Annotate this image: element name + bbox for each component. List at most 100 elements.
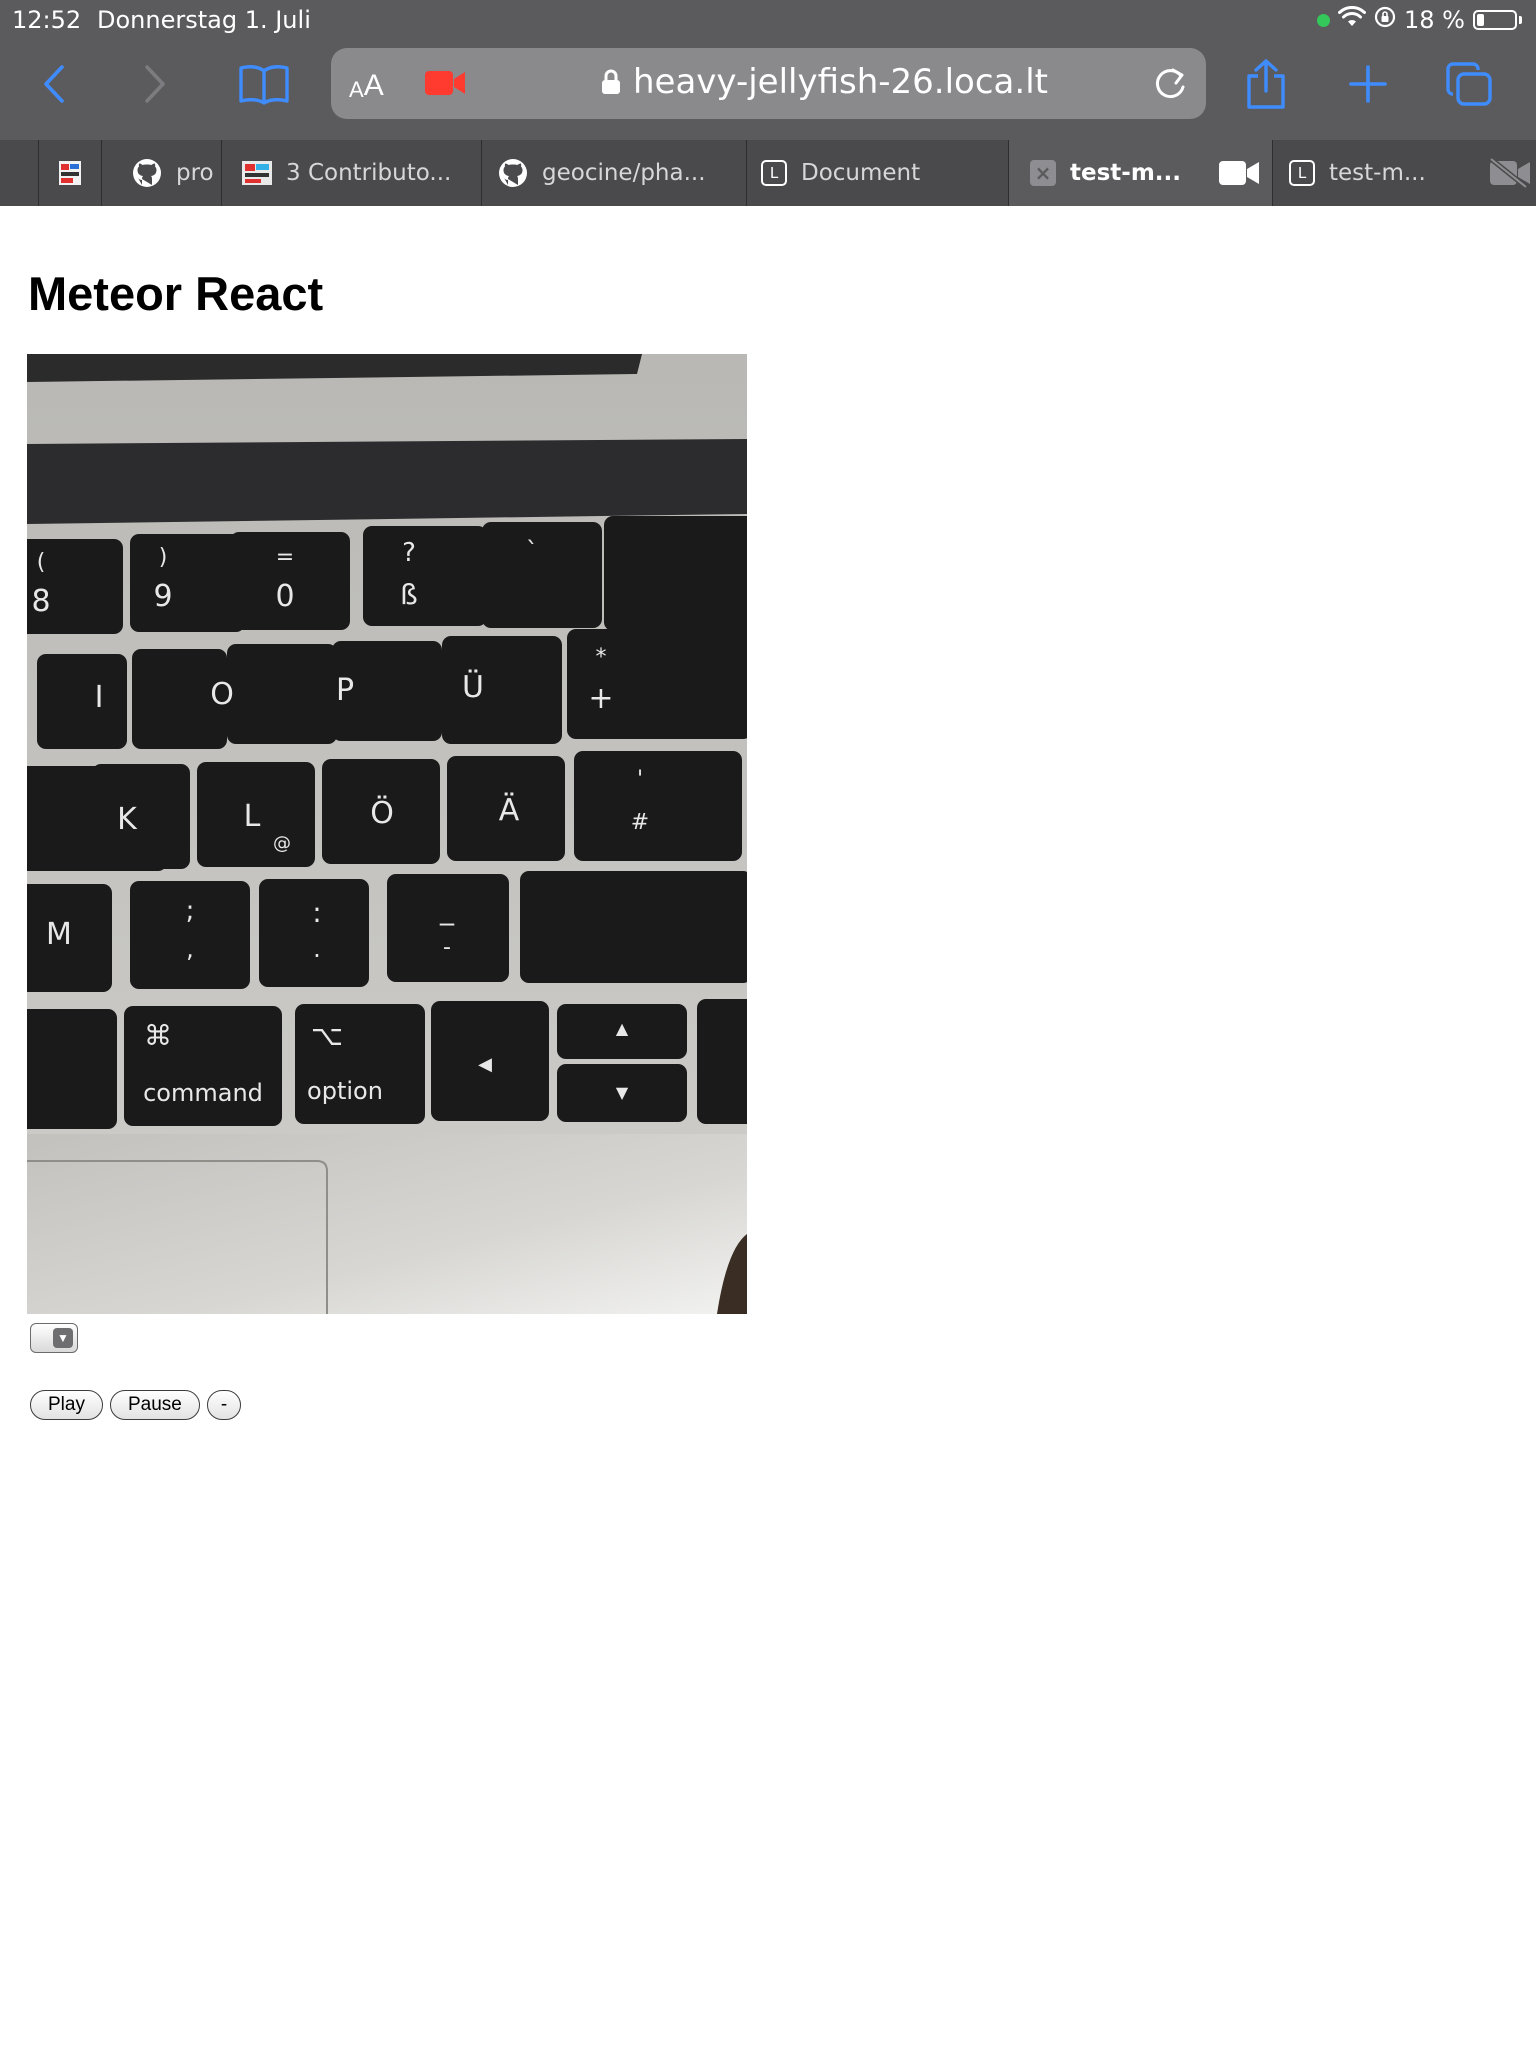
status-time: 12:52 xyxy=(12,6,82,34)
battery-percent: 18 % xyxy=(1404,6,1465,34)
tabs-overview-icon xyxy=(1446,62,1492,106)
tab-favicon-pinned[interactable] xyxy=(38,140,101,206)
favicon-icon xyxy=(242,161,272,185)
tab-label: Document xyxy=(801,160,921,186)
minus-button[interactable]: - xyxy=(206,1390,242,1420)
tab-document[interactable]: L Document xyxy=(746,140,1008,206)
lock-icon xyxy=(602,69,620,94)
github-icon xyxy=(132,158,162,188)
address-bar[interactable]: AA heavy-jellyfish-26.loca.lt xyxy=(331,48,1206,119)
url-text: heavy-jellyfish-26.loca.lt xyxy=(633,62,1048,102)
keycap xyxy=(130,534,245,632)
key-label: 0 xyxy=(275,579,294,614)
key-label: ▼ xyxy=(616,1083,629,1102)
tab-test-second[interactable]: L test-m... xyxy=(1272,140,1536,206)
key-label: I xyxy=(95,680,104,715)
status-date: Donnerstag 1. Juli xyxy=(97,6,311,34)
option-key-label: option xyxy=(307,1077,383,1105)
tab-label: pro xyxy=(176,160,214,186)
keycap xyxy=(574,751,742,861)
browser-chrome: 12:52 Donnerstag 1. Juli 18 % AA heavy-j… xyxy=(0,0,1536,206)
tab-bar: pro 3 Contributo... geocine/pha... L Doc… xyxy=(0,140,1536,206)
key-label: _ xyxy=(439,893,455,926)
key-label: ? xyxy=(402,538,416,568)
tab-test-active[interactable]: × test-m... xyxy=(1008,140,1272,206)
keycap xyxy=(520,871,747,983)
book-icon xyxy=(239,65,289,105)
tab-label: test-m... xyxy=(1329,160,1426,186)
command-key-label: command xyxy=(143,1079,263,1107)
key-label: + xyxy=(588,681,613,716)
close-tab-icon[interactable]: × xyxy=(1030,160,1056,186)
key-label: Ö xyxy=(370,795,394,831)
pause-button[interactable]: Pause xyxy=(109,1390,200,1420)
tab-contributors[interactable]: 3 Contributo... xyxy=(221,140,481,206)
camera-source-select[interactable]: ▼ xyxy=(30,1323,78,1353)
play-button[interactable]: Play xyxy=(30,1390,103,1420)
key-label: ⌘ xyxy=(144,1019,172,1052)
tab-label: test-m... xyxy=(1070,160,1182,186)
keycap xyxy=(697,999,747,1124)
chevron-down-icon: ▼ xyxy=(53,1328,73,1348)
orientation-lock-icon xyxy=(1374,6,1396,34)
keycap xyxy=(37,654,127,749)
back-button[interactable] xyxy=(34,58,74,110)
key-label: * xyxy=(596,645,607,670)
camera-icon xyxy=(1218,159,1260,187)
key-label: : xyxy=(312,896,321,929)
reader-options-button[interactable]: AA xyxy=(349,48,384,119)
camera-video[interactable]: (8) 9 = 0? ß ` I O P Ü * + K L @ Ö Ä ' # M;,:. _ - ⌘ command ⌥ op… xyxy=(27,354,747,1314)
key-label: Ä xyxy=(499,792,520,828)
video-controls: Play Pause - xyxy=(30,1390,242,1420)
status-bar: 12:52 Donnerstag 1. Juli 18 % xyxy=(0,0,1536,40)
key-label: , xyxy=(186,935,194,963)
battery-icon xyxy=(1473,10,1517,30)
key-label: ( xyxy=(37,550,46,575)
share-icon xyxy=(1247,59,1285,109)
key-label: ` xyxy=(526,537,538,565)
tabs-overview-button[interactable] xyxy=(1444,60,1494,108)
key-label: - xyxy=(443,935,451,960)
l-badge-icon: L xyxy=(1289,160,1315,186)
key-label: O xyxy=(210,677,234,712)
tab-label: geocine/pha... xyxy=(542,160,706,186)
key-label: # xyxy=(631,810,649,835)
key-label: = xyxy=(276,545,294,570)
keyboard-keys: (8) 9 = 0? ß ` I O P Ü * + K L @ Ö Ä ' # M;,:. _ - ⌘ command ⌥ op… xyxy=(27,516,747,1129)
forward-button[interactable] xyxy=(135,58,175,110)
keycap xyxy=(92,764,190,869)
keycap xyxy=(387,874,509,982)
key-label: ▲ xyxy=(616,1019,629,1038)
new-tab-button[interactable] xyxy=(1346,62,1390,106)
camera-off-icon xyxy=(1488,158,1532,188)
status-indicators: 18 % xyxy=(1317,5,1522,34)
github-icon xyxy=(498,158,528,188)
tab-github-pro[interactable]: pro xyxy=(101,140,221,206)
reload-button[interactable] xyxy=(1148,62,1192,106)
key-label: P xyxy=(336,673,354,708)
key-label: ) xyxy=(159,545,168,570)
page-title: Meteor React xyxy=(28,267,324,320)
favicon-icon xyxy=(59,161,81,185)
key-label: ß xyxy=(400,578,418,611)
key-label: 8 xyxy=(31,584,50,619)
key-label: L xyxy=(244,799,261,834)
wifi-icon xyxy=(1338,5,1367,34)
chevron-right-icon xyxy=(145,65,165,103)
keycap xyxy=(442,636,562,744)
bookmarks-button[interactable] xyxy=(236,60,292,108)
keycap xyxy=(363,526,487,626)
chevron-left-icon xyxy=(44,65,64,103)
tab-geocine[interactable]: geocine/pha... xyxy=(481,140,746,206)
key-label: ; xyxy=(186,896,195,926)
reload-icon xyxy=(1155,68,1185,99)
keycap xyxy=(482,522,602,628)
plus-icon xyxy=(1349,65,1387,103)
keycap xyxy=(227,644,337,744)
share-button[interactable] xyxy=(1244,56,1288,112)
camera-recording-icon[interactable] xyxy=(424,68,466,98)
key-label: Ü xyxy=(462,669,484,705)
keycap xyxy=(27,1009,117,1129)
camera-in-use-dot-icon xyxy=(1317,13,1331,27)
key-label: M xyxy=(46,917,72,952)
